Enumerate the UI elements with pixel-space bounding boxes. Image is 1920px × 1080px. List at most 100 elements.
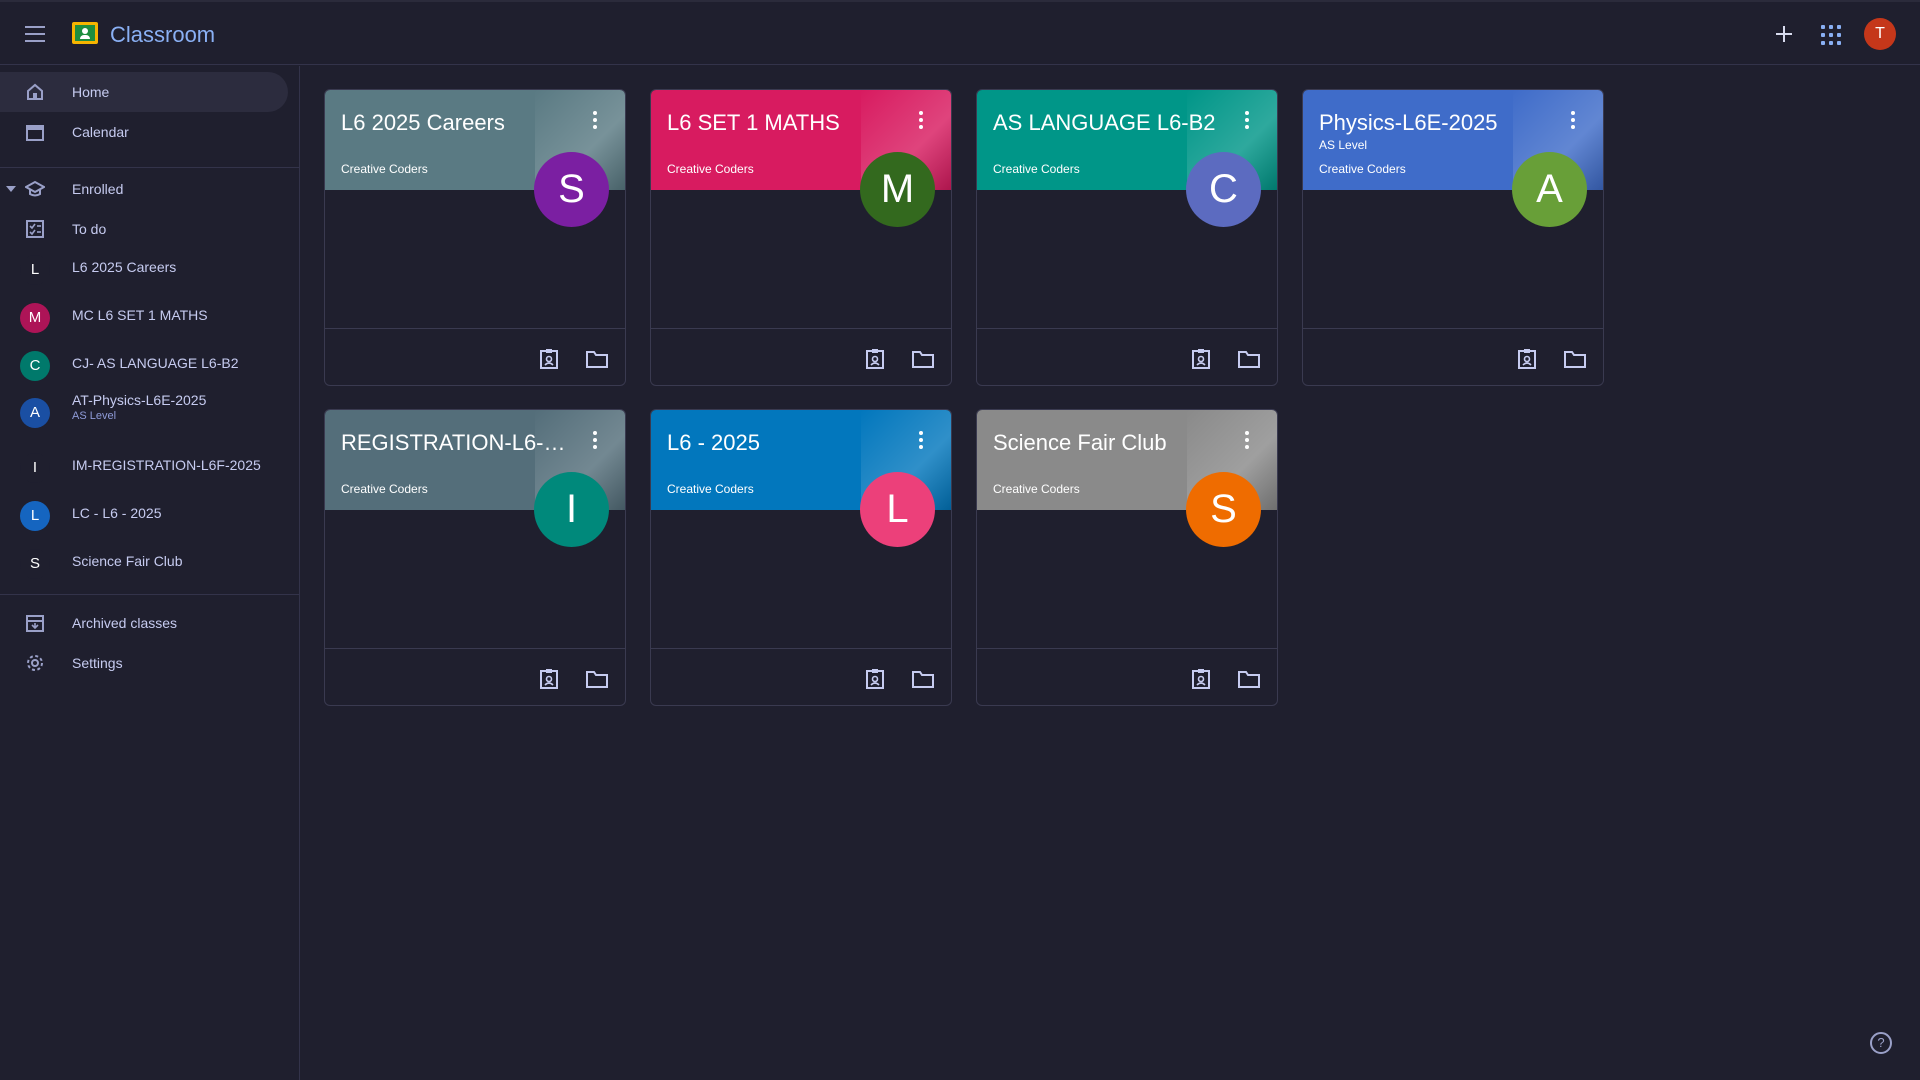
- class-card-title[interactable]: REGISTRATION-L6-2025: [341, 430, 571, 456]
- class-card-teacher[interactable]: Creative Coders: [341, 482, 428, 496]
- folder-icon[interactable]: [1237, 668, 1261, 690]
- classroom-logo-icon[interactable]: [72, 22, 98, 44]
- sidebar-divider: [0, 594, 300, 595]
- sidebar-item-class[interactable]: L LC - L6 - 2025: [0, 493, 288, 533]
- sidebar-item-archived-classes[interactable]: Archived classes: [0, 603, 288, 643]
- class-initial-badge: M: [20, 303, 50, 333]
- more-options-icon[interactable]: [911, 428, 931, 452]
- class-card: AS LANGUAGE L6-B2 Creative Coders C: [976, 89, 1278, 386]
- sidebar-divider: [0, 167, 300, 168]
- class-card-teacher[interactable]: Creative Coders: [993, 482, 1080, 496]
- sidebar-item-label: L6 2025 Careers: [72, 259, 177, 275]
- teacher-avatar: C: [1186, 152, 1261, 227]
- class-card-teacher[interactable]: Creative Coders: [993, 162, 1080, 176]
- your-work-icon[interactable]: [537, 668, 561, 690]
- sidebar-item-calendar[interactable]: Calendar: [0, 112, 288, 152]
- folder-icon[interactable]: [911, 668, 935, 690]
- class-card: L6 SET 1 MATHS Creative Coders M: [650, 89, 952, 386]
- class-card-title[interactable]: Physics-L6E-2025: [1319, 110, 1549, 136]
- sidebar-item-label: LC - L6 - 2025: [72, 505, 162, 521]
- teacher-avatar: S: [534, 152, 609, 227]
- card-footer-divider: [325, 648, 625, 649]
- sidebar-item-class[interactable]: A AT-Physics-L6E-2025 AS Level: [0, 390, 288, 438]
- account-avatar[interactable]: T: [1864, 18, 1896, 50]
- sidebar-item-enrolled[interactable]: Enrolled: [0, 169, 288, 209]
- sidebar-item-todo[interactable]: To do: [0, 209, 288, 249]
- sidebar-item-label: IM-REGISTRATION-L6F-2025: [72, 457, 261, 473]
- class-card-teacher[interactable]: Creative Coders: [667, 482, 754, 496]
- help-icon[interactable]: ?: [1870, 1032, 1892, 1054]
- class-card-teacher[interactable]: Creative Coders: [667, 162, 754, 176]
- your-work-icon[interactable]: [1189, 668, 1213, 690]
- sidebar-item-class[interactable]: M MC L6 SET 1 MATHS: [0, 295, 288, 335]
- sidebar-item-label: Archived classes: [72, 615, 178, 631]
- class-card: Science Fair Club Creative Coders S: [976, 409, 1278, 706]
- calendar-icon: [26, 125, 44, 141]
- class-initial-badge: L: [20, 501, 50, 531]
- class-card-section: AS Level: [1319, 138, 1368, 152]
- your-work-icon[interactable]: [1189, 348, 1213, 370]
- folder-icon[interactable]: [1237, 348, 1261, 370]
- class-card-teacher[interactable]: Creative Coders: [1319, 162, 1406, 176]
- archive-icon: [26, 615, 44, 632]
- teacher-avatar: I: [534, 472, 609, 547]
- main-menu-button[interactable]: [20, 20, 52, 48]
- folder-icon[interactable]: [1563, 348, 1587, 370]
- card-footer-divider: [977, 328, 1277, 329]
- sidebar-item-label: Settings: [72, 655, 123, 671]
- google-apps-icon[interactable]: [1820, 24, 1842, 46]
- class-card: L6 2025 Careers Creative Coders S: [324, 89, 626, 386]
- folder-icon[interactable]: [585, 348, 609, 370]
- app-title[interactable]: Classroom: [110, 22, 215, 48]
- class-card-title[interactable]: AS LANGUAGE L6-B2: [993, 110, 1223, 136]
- class-card-teacher[interactable]: Creative Coders: [341, 162, 428, 176]
- your-work-icon[interactable]: [1515, 348, 1539, 370]
- class-card: REGISTRATION-L6-2025 Creative Coders I: [324, 409, 626, 706]
- more-options-icon[interactable]: [585, 428, 605, 452]
- class-card-title[interactable]: L6 2025 Careers: [341, 110, 571, 136]
- more-options-icon[interactable]: [911, 108, 931, 132]
- todo-checklist-icon: [26, 220, 44, 238]
- sidebar-item-class[interactable]: S Science Fair Club: [0, 541, 288, 581]
- home-icon: [27, 83, 43, 100]
- class-card-title[interactable]: Science Fair Club: [993, 430, 1223, 456]
- your-work-icon[interactable]: [537, 348, 561, 370]
- sidebar-item-label: MC L6 SET 1 MATHS: [72, 307, 208, 323]
- gear-icon: [27, 655, 43, 671]
- sidebar-item-class[interactable]: C CJ- AS LANGUAGE L6-B2: [0, 343, 288, 383]
- sidebar-item-label: CJ- AS LANGUAGE L6-B2: [72, 355, 239, 371]
- your-work-icon[interactable]: [863, 348, 887, 370]
- card-footer-divider: [651, 328, 951, 329]
- create-or-join-class-button[interactable]: [1770, 20, 1798, 48]
- sidebar-item-label: Calendar: [72, 124, 129, 140]
- more-options-icon[interactable]: [585, 108, 605, 132]
- class-initial-badge: S: [20, 549, 50, 579]
- sidebar-item-class[interactable]: L L6 2025 Careers: [0, 247, 288, 287]
- folder-icon[interactable]: [911, 348, 935, 370]
- sidebar-item-settings[interactable]: Settings: [0, 643, 288, 683]
- sidebar-item-label: AT-Physics-L6E-2025: [72, 392, 207, 408]
- teacher-avatar: L: [860, 472, 935, 547]
- more-options-icon[interactable]: [1237, 108, 1257, 132]
- your-work-icon[interactable]: [863, 668, 887, 690]
- teacher-avatar: S: [1186, 472, 1261, 547]
- class-card-title[interactable]: L6 SET 1 MATHS: [667, 110, 897, 136]
- sidebar-item-label: Enrolled: [72, 181, 124, 197]
- sidebar-item-class[interactable]: I IM-REGISTRATION-L6F-2025: [0, 445, 288, 485]
- class-initial-badge: L: [20, 255, 50, 285]
- class-card-title[interactable]: L6 - 2025: [667, 430, 897, 456]
- class-initial-badge: C: [20, 351, 50, 381]
- sidebar-item-sublabel: AS Level: [72, 410, 117, 422]
- enrolled-cap-icon: [25, 180, 45, 197]
- card-footer-divider: [977, 648, 1277, 649]
- sidebar-item-label: To do: [72, 221, 107, 237]
- sidebar-item-label: Home: [72, 84, 110, 100]
- sidebar-item-home[interactable]: Home: [0, 72, 288, 112]
- more-options-icon[interactable]: [1237, 428, 1257, 452]
- folder-icon[interactable]: [585, 668, 609, 690]
- class-initial-badge: A: [20, 398, 50, 428]
- more-options-icon[interactable]: [1563, 108, 1583, 132]
- card-footer-divider: [1303, 328, 1603, 329]
- chevron-down-icon[interactable]: [6, 186, 16, 192]
- sidebar: Home Calendar Enrolled To do L L6 2025 Ca…: [0, 66, 300, 1080]
